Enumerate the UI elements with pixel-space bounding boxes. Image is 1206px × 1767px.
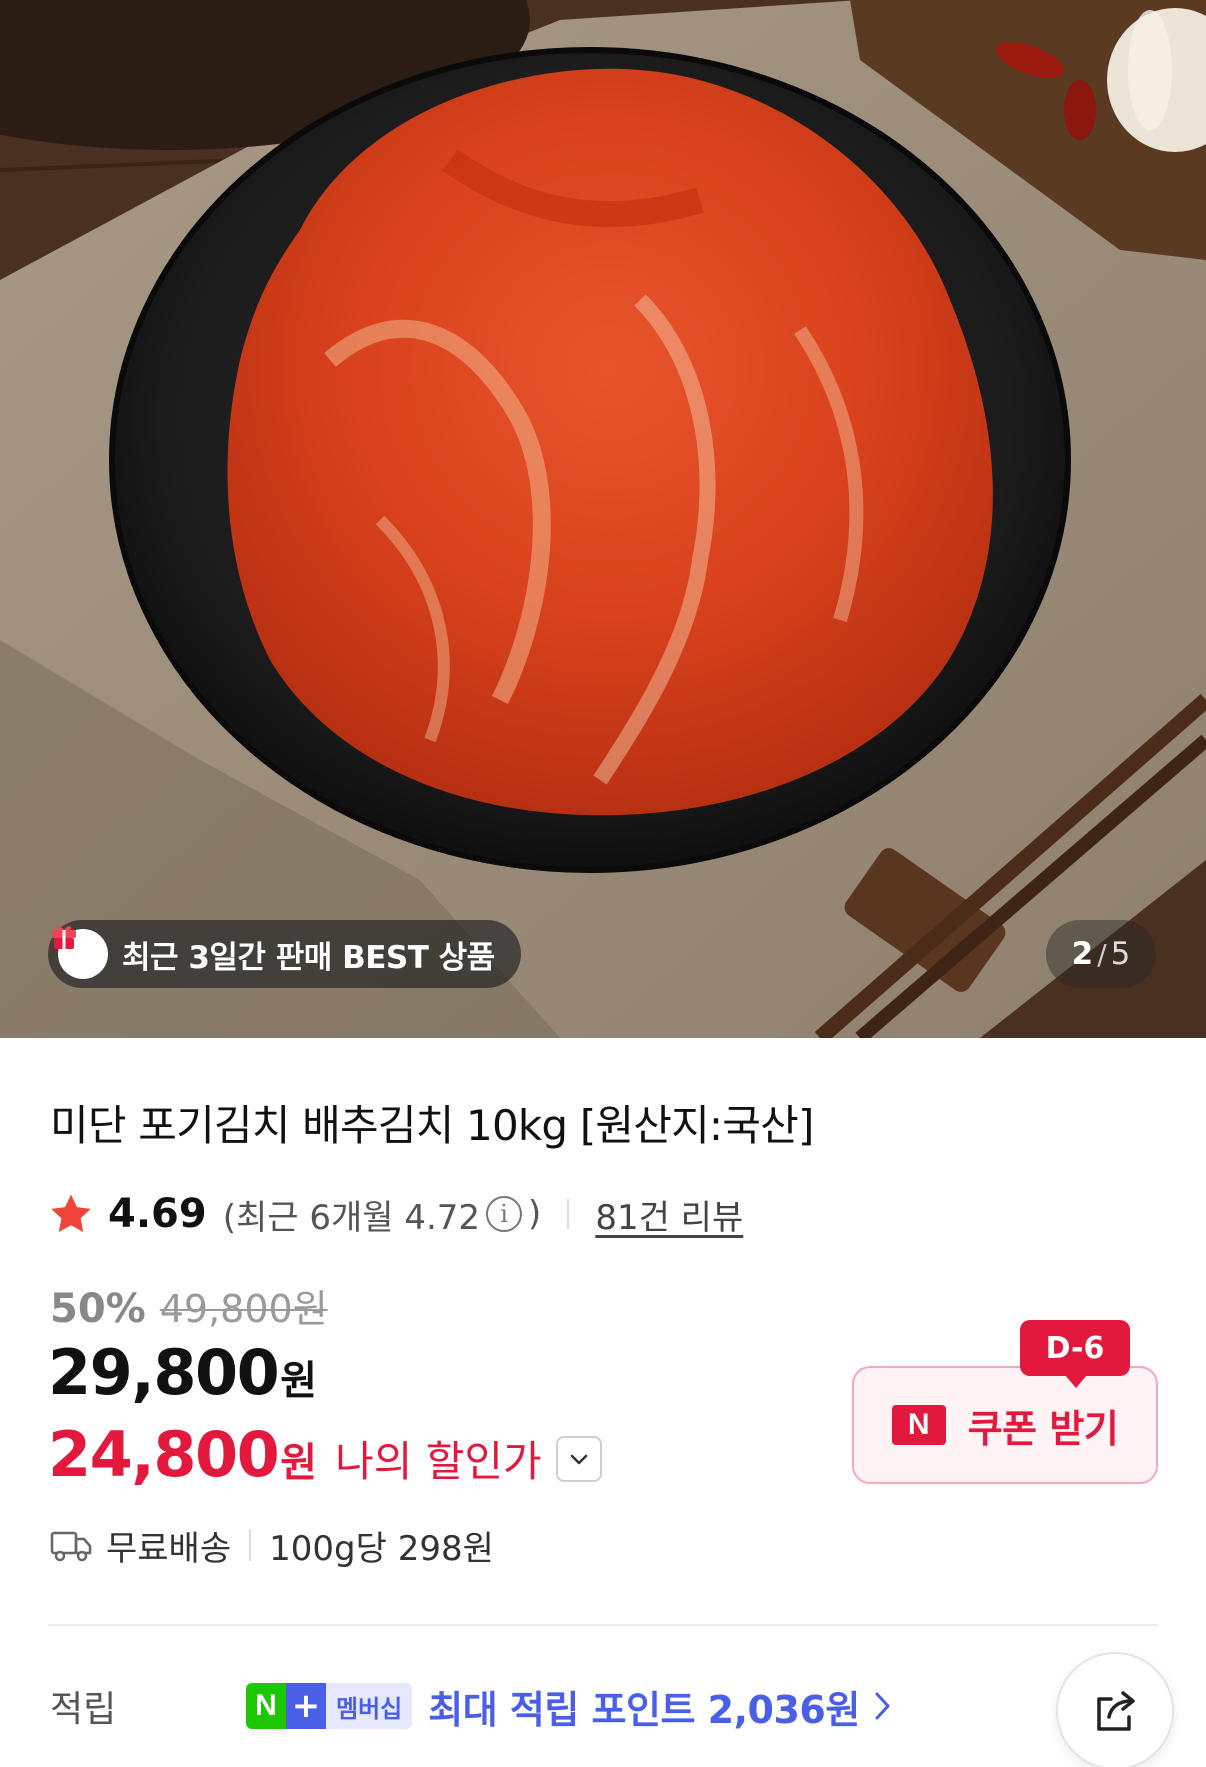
recent-rating-close: ) [528, 1194, 542, 1234]
unit-price: 100g당 298원 [269, 1528, 494, 1569]
coupon-label: 쿠폰 받기 [967, 1406, 1119, 1451]
pager-total: 5 [1110, 936, 1131, 972]
get-coupon-button[interactable]: N 쿠폰 받기 [852, 1366, 1158, 1484]
best-seller-badge: 최근 3일간 판매 BEST 상품 [48, 920, 521, 988]
discount-row: 50% 49,800원 [50, 1278, 328, 1333]
pager-separator: / [1097, 937, 1107, 971]
naver-plus-membership-badge: N + 멤버십 [246, 1683, 413, 1729]
my-price-dropdown-button[interactable] [555, 1435, 602, 1482]
coupon-dday-badge: D-6 [1020, 1320, 1130, 1388]
section-divider [48, 1624, 1158, 1626]
rating-row: 4.69 (최근 6개월 4.72 i ) 81건 리뷰 [48, 1188, 743, 1240]
shipping-row: 무료배송 100g당 298원 [50, 1520, 494, 1570]
star-icon [51, 1194, 91, 1233]
kimchi-photo [0, 0, 1206, 1038]
product-title: 미단 포기김치 배추김치 10kg [원산지:국산] [50, 1101, 814, 1150]
sale-price-value: 29,800 [48, 1336, 280, 1409]
my-price-label: 나의 할인가 [335, 1437, 542, 1486]
points-row[interactable]: 적립 N + 멤버십 최대 적립 포인트 2,036원 [50, 1676, 1158, 1736]
sale-price-unit: 원 [280, 1358, 318, 1404]
shipping-label: 무료배송 [106, 1528, 232, 1569]
original-price: 49,800원 [159, 1287, 328, 1331]
divider [567, 1199, 570, 1229]
rating-score: 4.69 [108, 1191, 207, 1237]
chevron-right-icon [875, 1692, 890, 1720]
best-badge-label: 최근 3일간 판매 BEST 상품 [122, 939, 495, 976]
membership-label: 멤버십 [326, 1683, 413, 1729]
recent-rating-label: (최근 6개월 4.72 [222, 1197, 481, 1238]
points-label: 적립 [50, 1689, 117, 1730]
recent-rating: (최근 6개월 4.72 i ) [223, 1190, 542, 1239]
truck-icon [50, 1531, 92, 1562]
my-discount-price: 24,800 원 나의 할인가 [48, 1418, 602, 1491]
my-price-unit: 원 [280, 1440, 318, 1486]
info-icon[interactable]: i [486, 1196, 523, 1232]
discount-rate: 50% [50, 1286, 146, 1332]
chevron-down-icon [570, 1454, 587, 1464]
image-pager: 2 / 5 [1046, 920, 1156, 988]
plus-icon: + [286, 1683, 326, 1729]
naver-n-icon: N [246, 1683, 286, 1729]
product-image[interactable]: 최근 3일간 판매 BEST 상품 2 / 5 [0, 0, 1206, 1038]
sale-price: 29,800 원 [48, 1336, 317, 1409]
share-button[interactable] [1056, 1652, 1174, 1767]
gift-icon [52, 926, 108, 979]
max-points-text: 최대 적립 포인트 2,036원 [428, 1687, 860, 1732]
my-price-value: 24,800 [48, 1418, 280, 1491]
naver-n-icon: N [891, 1405, 946, 1445]
divider [249, 1529, 252, 1561]
review-count-link[interactable]: 81건 리뷰 [595, 1190, 743, 1239]
pager-current: 2 [1071, 936, 1094, 972]
share-icon [1097, 1691, 1135, 1731]
